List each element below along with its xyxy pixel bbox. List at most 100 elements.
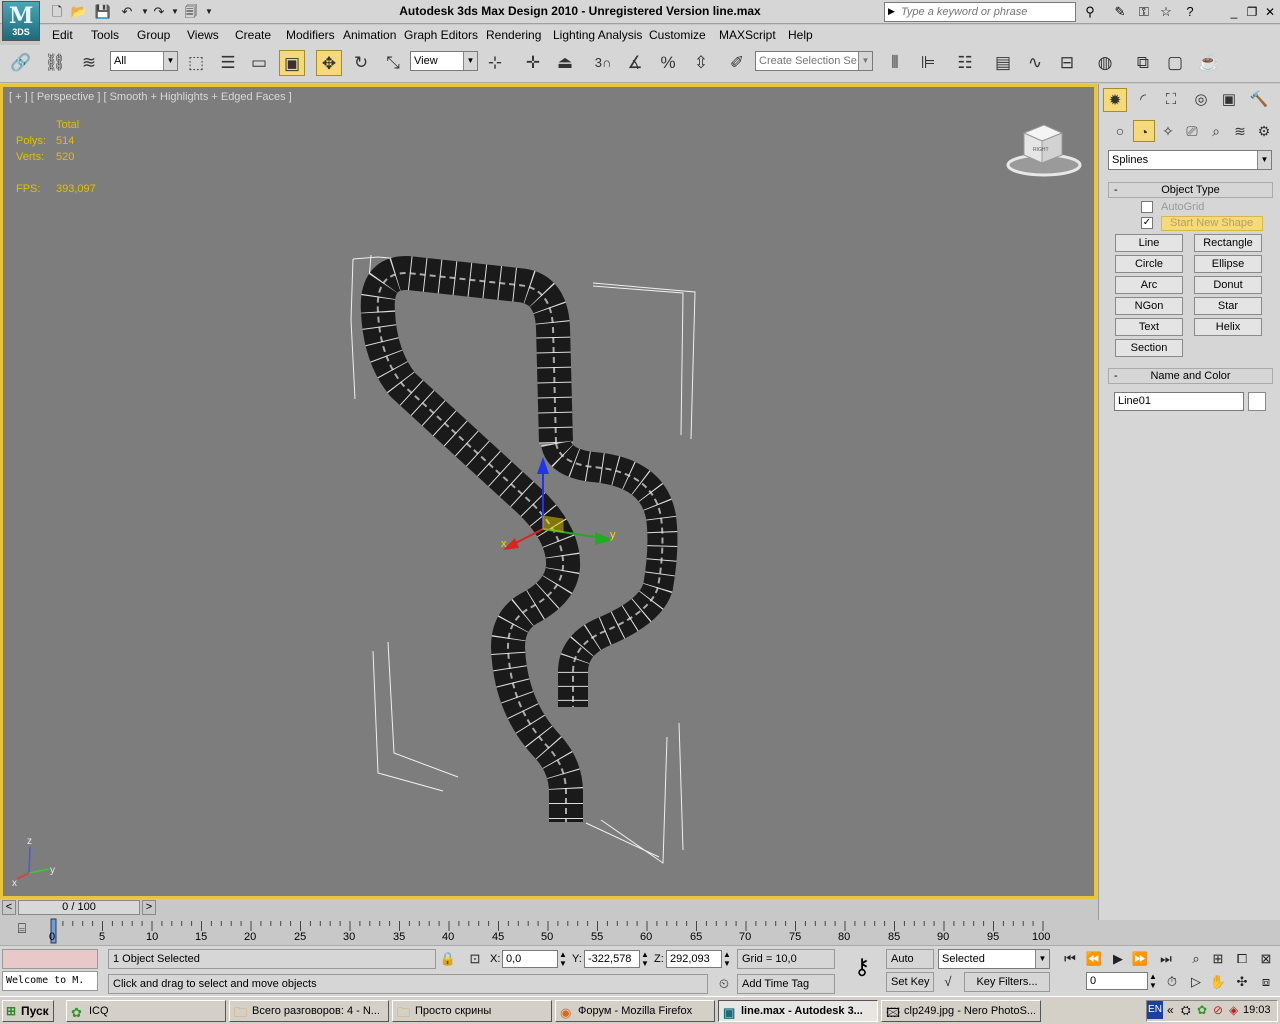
current-frame-input[interactable]: 0 bbox=[1086, 972, 1148, 990]
help-search-input[interactable] bbox=[901, 3, 1076, 21]
render-production-icon[interactable]: ☕ bbox=[1196, 50, 1222, 76]
save-file-icon[interactable]: 💾 bbox=[94, 3, 112, 21]
edit-named-selection-icon[interactable]: ✐ bbox=[724, 50, 750, 76]
angle-snap-icon[interactable]: ∡ bbox=[622, 50, 648, 76]
go-to-start-icon[interactable]: ⏮ bbox=[1060, 949, 1080, 969]
undo-icon[interactable]: ↶ bbox=[118, 3, 136, 21]
menu-group[interactable]: Group bbox=[137, 28, 170, 42]
play-icon[interactable]: ▶ bbox=[1108, 949, 1128, 969]
menu-graph-editors[interactable]: Graph Editors bbox=[404, 28, 478, 42]
named-selection-sets-dropdown[interactable]: Create Selection Se ▼ bbox=[755, 51, 873, 71]
schematic-view-icon[interactable]: ⊟ bbox=[1054, 50, 1080, 76]
snaps-toggle-icon[interactable]: 3∩ bbox=[590, 50, 616, 76]
taskbar-item-screenshots-folder[interactable]: 🗀 Просто скрины bbox=[392, 1000, 552, 1022]
percent-snap-icon[interactable]: % bbox=[655, 50, 681, 76]
help-icon[interactable]: ? bbox=[1180, 3, 1200, 21]
select-object-icon[interactable]: ⬚ bbox=[183, 50, 209, 76]
rendered-frame-window-icon[interactable]: ▢ bbox=[1162, 50, 1188, 76]
text-button[interactable]: Text bbox=[1115, 318, 1183, 336]
application-button[interactable]: M 3DS bbox=[2, 1, 40, 41]
restore-icon[interactable]: ❐ bbox=[1244, 4, 1260, 20]
graphite-modeling-icon[interactable]: ▤ bbox=[990, 50, 1016, 76]
arc-button[interactable]: Arc bbox=[1115, 276, 1183, 294]
z-coord-input[interactable]: 292,093 bbox=[666, 950, 722, 968]
modify-tab-icon[interactable]: ◜ bbox=[1131, 88, 1155, 112]
ellipse-button[interactable]: Ellipse bbox=[1194, 255, 1262, 273]
object-type-rollout-header[interactable]: - Object Type bbox=[1108, 182, 1273, 198]
zoom-extents-all-icon[interactable]: ⊠ bbox=[1256, 949, 1276, 969]
lock-selection-icon[interactable]: 🔒 bbox=[438, 949, 458, 969]
taskbar-item-nero-photo[interactable]: 🖾 clp249.jpg - Nero PhotoS... bbox=[881, 1000, 1041, 1022]
select-and-scale-icon[interactable]: ⤡ bbox=[380, 50, 406, 76]
perspective-viewport[interactable]: [ + ] [ Perspective ] [ Smooth + Highlig… bbox=[0, 84, 1097, 899]
menu-create[interactable]: Create bbox=[235, 28, 271, 42]
pan-view-icon[interactable]: ✋ bbox=[1208, 972, 1228, 992]
z-spinner-icon[interactable]: ▲ ▼ bbox=[723, 950, 731, 968]
unlink-icon[interactable]: ⛓ bbox=[42, 50, 68, 76]
set-key-button[interactable]: Set Key bbox=[886, 972, 934, 992]
start-new-shape-checkbox[interactable]: ✓ bbox=[1141, 217, 1153, 229]
star-button[interactable]: Star bbox=[1194, 297, 1262, 315]
antivirus-icon[interactable]: ⊘ bbox=[1213, 1003, 1223, 1017]
mirror-icon[interactable]: ⫴ bbox=[882, 50, 908, 76]
shapes-icon[interactable]: ◔ bbox=[1133, 120, 1155, 142]
spline-tube-object[interactable]: y x z y x bbox=[3, 87, 1094, 896]
autogrid-checkbox[interactable] bbox=[1141, 201, 1153, 213]
favorites-star-icon[interactable]: ☆ bbox=[1156, 3, 1176, 21]
geometry-icon[interactable]: ○ bbox=[1109, 120, 1131, 142]
menu-lighting-analysis[interactable]: Lighting Analysis bbox=[553, 28, 642, 42]
render-setup-icon[interactable]: ⧉ bbox=[1130, 50, 1156, 76]
space-warps-icon[interactable]: ≋ bbox=[1229, 120, 1251, 142]
taskbar-item-chats[interactable]: 🗀 Всего разговоров: 4 - N... bbox=[229, 1000, 389, 1022]
layer-manager-icon[interactable]: ☷ bbox=[952, 50, 978, 76]
add-time-tag-button[interactable]: Add Time Tag bbox=[737, 974, 835, 994]
menu-rendering[interactable]: Rendering bbox=[486, 28, 541, 42]
orbit-icon[interactable]: ✣ bbox=[1232, 972, 1252, 992]
next-frame-icon[interactable]: > bbox=[142, 900, 156, 915]
motion-tab-icon[interactable]: ◎ bbox=[1189, 88, 1213, 112]
helix-button[interactable]: Helix bbox=[1194, 318, 1262, 336]
minimize-icon[interactable]: _ bbox=[1226, 4, 1242, 20]
rectangle-button[interactable]: Rectangle bbox=[1194, 234, 1262, 252]
zoom-icon[interactable]: ⌕ bbox=[1186, 949, 1206, 969]
hierarchy-tab-icon[interactable]: ⛶ bbox=[1159, 88, 1183, 112]
new-file-icon[interactable]: 🗋 bbox=[48, 3, 66, 21]
utilities-tab-icon[interactable]: 🔨 bbox=[1247, 88, 1271, 112]
taskbar-item-icq[interactable]: ✿ ICQ bbox=[66, 1000, 226, 1022]
menu-tools[interactable]: Tools bbox=[91, 28, 119, 42]
cameras-icon[interactable]: ⎚ bbox=[1181, 120, 1203, 142]
time-configuration-icon[interactable]: ⏱ bbox=[1162, 972, 1182, 992]
ngon-button[interactable]: NGon bbox=[1115, 297, 1183, 315]
quick-access-dropdown-icon[interactable]: ▼ bbox=[200, 3, 218, 21]
time-slider[interactable]: < 0 / 100 > bbox=[0, 899, 1097, 917]
menu-help[interactable]: Help bbox=[788, 28, 813, 42]
x-spinner-icon[interactable]: ▲ ▼ bbox=[559, 950, 567, 968]
align-icon[interactable]: ⊫ bbox=[915, 50, 941, 76]
material-editor-icon[interactable]: ◍ bbox=[1092, 50, 1118, 76]
go-to-end-icon[interactable]: ⏭ bbox=[1156, 949, 1176, 969]
absolute-mode-icon[interactable]: ⊡ bbox=[465, 949, 485, 969]
tray-expand-icon[interactable]: « bbox=[1167, 1003, 1174, 1017]
taskbar-item-3dsmax[interactable]: ▣ line.max - Autodesk 3... bbox=[718, 1000, 878, 1022]
zoom-extents-icon[interactable]: ⧠ bbox=[1232, 949, 1252, 969]
menu-maxscript[interactable]: MAXScript bbox=[719, 28, 776, 42]
select-and-rotate-icon[interactable]: ↻ bbox=[348, 50, 374, 76]
close-icon[interactable]: ✕ bbox=[1262, 4, 1278, 20]
select-and-link-icon[interactable]: 🔗 bbox=[8, 50, 34, 76]
create-tab-icon[interactable]: ✹ bbox=[1103, 88, 1127, 112]
key-filters-button[interactable]: Key Filters... bbox=[964, 972, 1050, 992]
section-button[interactable]: Section bbox=[1115, 339, 1183, 357]
open-file-icon[interactable]: 📂 bbox=[70, 3, 88, 21]
time-slider-thumb[interactable]: 0 / 100 bbox=[18, 900, 140, 915]
object-name-input[interactable]: Line01 bbox=[1114, 392, 1244, 411]
select-by-name-icon[interactable]: ☰ bbox=[215, 50, 241, 76]
select-and-move-icon[interactable]: ✥ bbox=[316, 50, 342, 76]
menu-animation[interactable]: Animation bbox=[343, 28, 396, 42]
communication-center-icon[interactable]: ✎ bbox=[1110, 3, 1130, 21]
donut-button[interactable]: Donut bbox=[1194, 276, 1262, 294]
y-spinner-icon[interactable]: ▲ ▼ bbox=[641, 950, 649, 968]
maxscript-mini-listener[interactable]: Welcome to M. bbox=[2, 971, 98, 991]
lights-icon[interactable]: ✧ bbox=[1157, 120, 1179, 142]
subscription-icon[interactable]: ⚿ bbox=[1134, 3, 1154, 21]
maxscript-mini-listener-top[interactable] bbox=[2, 949, 98, 969]
